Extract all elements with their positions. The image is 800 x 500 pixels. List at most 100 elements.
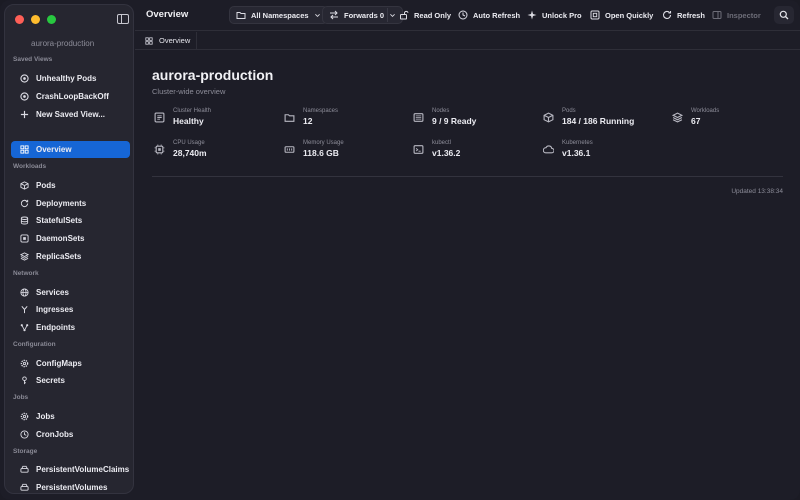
- sidebar-item-deployments[interactable]: Deployments: [11, 195, 130, 212]
- alert-circle-icon: [20, 74, 29, 83]
- stat-label: Workloads: [691, 108, 720, 114]
- inspector-label: Inspector: [727, 10, 761, 20]
- new-saved-view-button[interactable]: New Saved View...: [11, 106, 130, 123]
- auto-refresh-button[interactable]: Auto Refresh: [452, 6, 526, 24]
- stat-value: Healthy: [173, 116, 204, 126]
- sidebar-item-replicasets[interactable]: ReplicaSets: [11, 248, 130, 265]
- sidebar-item-persistentvolumes[interactable]: PersistentVolumes: [11, 479, 130, 496]
- read-only-label: Read Only: [414, 10, 452, 20]
- gear-icon: [20, 359, 29, 368]
- layers-icon: [672, 112, 683, 123]
- layers-icon: [20, 252, 29, 261]
- drive-icon: [20, 465, 29, 473]
- page-title: Overview: [146, 9, 189, 20]
- tab-label: Overview: [159, 36, 191, 45]
- auto-refresh-label: Auto Refresh: [473, 10, 521, 20]
- daemon-icon: [20, 234, 29, 243]
- health-icon: [154, 112, 165, 123]
- tab-overview[interactable]: Overview: [139, 32, 198, 49]
- read-only-button[interactable]: Read Only: [393, 6, 457, 24]
- nav-label: Deployments: [36, 199, 87, 208]
- unlock-pro-button[interactable]: Unlock Pro: [521, 6, 588, 24]
- stat-label: Cluster Health: [173, 108, 212, 114]
- inspector-button[interactable]: Inspector: [706, 6, 767, 24]
- stat-workloads: Workloads 67: [672, 108, 719, 126]
- forwards-button[interactable]: Forwards 0: [322, 6, 404, 24]
- namespace-selector[interactable]: All Namespaces: [229, 6, 328, 24]
- toolbar: Overview All Namespaces Forwards 0 Read …: [134, 0, 800, 30]
- saved-view-crashloopbackoff[interactable]: CrashLoopBackOff: [11, 88, 130, 105]
- stat-memory-usage: Memory Usage 118.6 GB: [284, 140, 344, 158]
- drive-icon: [20, 483, 29, 491]
- globe-icon: [20, 288, 29, 297]
- arrows-swap-icon: [330, 10, 338, 20]
- nav-label: Pods: [36, 181, 56, 190]
- sidebar-item-daemonsets[interactable]: DaemonSets: [11, 230, 130, 247]
- minimize-window-button[interactable]: [31, 15, 40, 24]
- section-heading-jobs: Jobs: [13, 394, 29, 401]
- alert-circle-icon: [20, 92, 29, 101]
- sidebar: aurora-production Saved Views Unhealthy …: [4, 4, 134, 494]
- section-heading-storage: Storage: [13, 448, 38, 455]
- zoom-window-button[interactable]: [47, 15, 56, 24]
- stat-value: v1.36.2: [432, 148, 461, 158]
- sidebar-item-secrets[interactable]: Secrets: [11, 372, 130, 389]
- sidebar-item-ingresses[interactable]: Ingresses: [11, 301, 130, 318]
- stat-pods: Pods 184 / 186 Running: [543, 108, 634, 126]
- sparkle-icon: [527, 10, 537, 20]
- namespace-label: All Namespaces: [251, 10, 309, 20]
- sidebar-item-statefulsets[interactable]: StatefulSets: [11, 212, 130, 229]
- sidebar-item-services[interactable]: Services: [11, 284, 130, 301]
- cube-icon: [543, 112, 554, 123]
- grid-icon: [145, 36, 153, 45]
- nav-label: Ingresses: [36, 305, 74, 314]
- folder-icon: [236, 12, 246, 19]
- sidebar-item-persistentvolumeclaims[interactable]: PersistentVolumeClaims: [11, 461, 130, 478]
- search-icon: [779, 10, 789, 20]
- stat-value: 184 / 186 Running: [562, 116, 635, 126]
- stat-cluster-health: Cluster Health Healthy: [154, 108, 211, 126]
- cube-icon: [20, 181, 29, 190]
- stat-kubernetes: Kubernetes v1.36.1: [543, 140, 593, 158]
- nav-label: DaemonSets: [36, 234, 85, 243]
- search-button[interactable]: [774, 6, 794, 24]
- sidebar-item-endpoints[interactable]: Endpoints: [11, 319, 130, 336]
- stat-namespaces: Namespaces 12: [284, 108, 338, 126]
- open-quickly-button[interactable]: Open Quickly: [584, 6, 659, 24]
- nav-label: StatefulSets: [36, 216, 83, 225]
- open-quickly-label: Open Quickly: [605, 10, 654, 20]
- nav-label: Overview: [36, 145, 72, 154]
- memory-icon: [284, 146, 295, 153]
- fork-icon: [21, 306, 28, 314]
- stat-value: 12: [303, 116, 313, 126]
- sidebar-toggle-icon[interactable]: [117, 14, 129, 24]
- section-heading-network: Network: [13, 270, 39, 277]
- nav-label: CrashLoopBackOff: [36, 92, 109, 101]
- close-window-button[interactable]: [15, 15, 24, 24]
- cloud-icon: [543, 145, 554, 154]
- stat-label: Kubernetes: [562, 140, 593, 146]
- saved-views-heading: Saved Views: [13, 56, 53, 63]
- server-icon: [413, 113, 424, 122]
- sidebar-item-configmaps[interactable]: ConfigMaps: [11, 355, 130, 372]
- sidebar-item-pods[interactable]: Pods: [11, 177, 130, 194]
- terminal-icon: [413, 145, 424, 154]
- refresh-icon: [663, 10, 672, 19]
- cluster-selector[interactable]: aurora-production: [31, 39, 94, 48]
- nav-label: Endpoints: [36, 323, 76, 332]
- stat-cpu-usage: CPU Usage 28,740m: [154, 140, 207, 158]
- toolbar-divider: [387, 8, 388, 22]
- stat-label: Nodes: [432, 108, 450, 114]
- stat-value: 9 / 9 Ready: [432, 116, 477, 126]
- folder-icon: [284, 114, 295, 122]
- sidebar-item-jobs[interactable]: Jobs: [11, 408, 130, 425]
- sidebar-item-overview[interactable]: Overview: [11, 141, 130, 158]
- stat-value: 118.6 GB: [303, 148, 339, 158]
- stat-label: Memory Usage: [303, 140, 344, 146]
- sidebar-item-cronjobs[interactable]: CronJobs: [11, 426, 130, 443]
- refresh-button[interactable]: Refresh: [656, 6, 711, 24]
- unlock-pro-label: Unlock Pro: [542, 10, 582, 20]
- refresh-icon: [20, 199, 29, 208]
- saved-view-unhealthy-pods[interactable]: Unhealthy Pods: [11, 70, 130, 87]
- nav-label: ConfigMaps: [36, 359, 82, 368]
